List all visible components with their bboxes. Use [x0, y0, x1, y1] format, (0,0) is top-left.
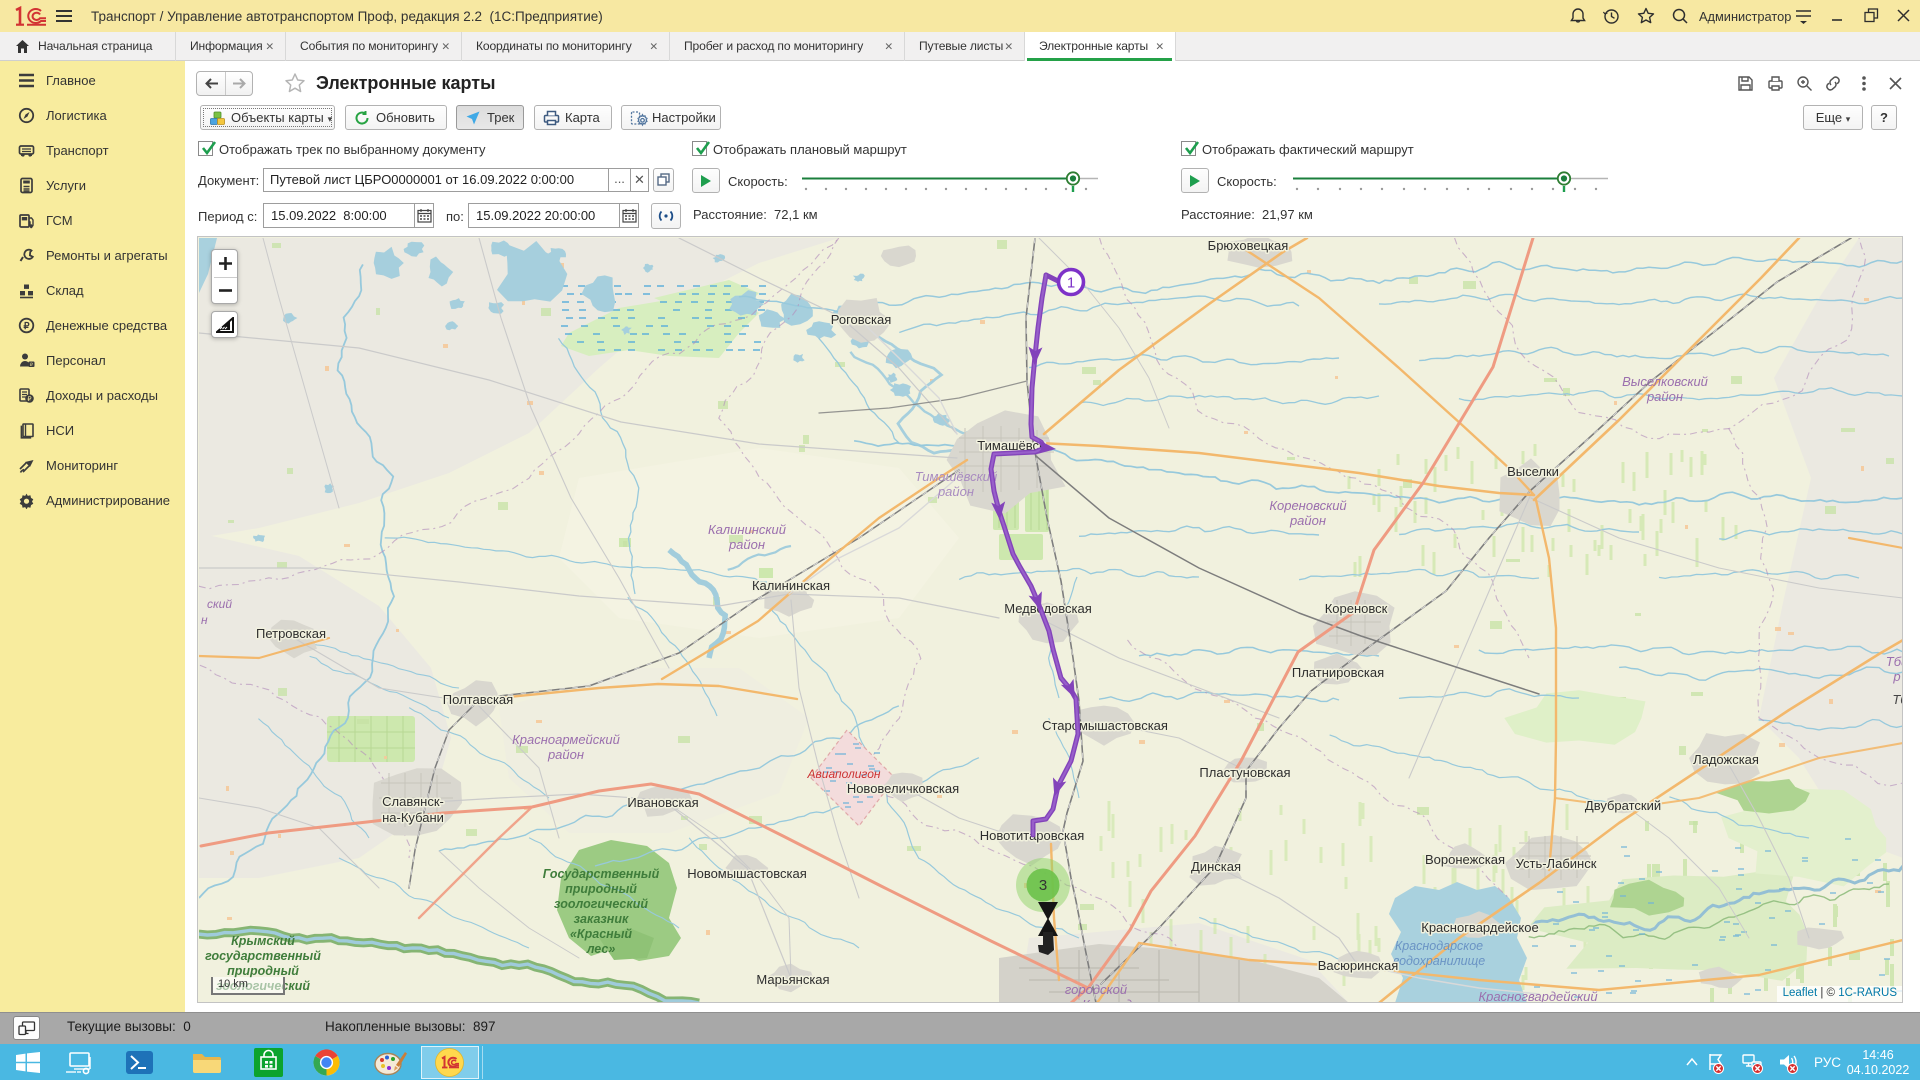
svg-text:1: 1	[1067, 275, 1075, 292]
svg-text:Нововеличковская: Нововеличковская	[847, 781, 959, 796]
svg-text:Старомышастовская: Старомышастовская	[1042, 718, 1168, 733]
svg-text:Кореновск: Кореновск	[1325, 601, 1388, 616]
svg-text:Усть-Лабинск: Усть-Лабинск	[1516, 856, 1597, 871]
svg-text:Марьянская: Марьянская	[756, 972, 829, 987]
svg-text:ский: ский	[207, 597, 232, 611]
svg-text:Тб: Тб	[1892, 692, 1903, 707]
svg-text:Калининская: Калининская	[752, 578, 830, 593]
svg-text:Ивановская: Ивановская	[627, 795, 698, 810]
svg-text:Выселки: Выселки	[1507, 464, 1559, 479]
svg-text:Красногвардейское: Красногвардейское	[1421, 920, 1538, 935]
svg-text:Платнировская: Платнировская	[1292, 665, 1384, 680]
svg-text:Ладожская: Ладожская	[1693, 752, 1759, 767]
svg-text:Авиаполигон: Авиаполигон	[807, 767, 881, 781]
svg-text:н: н	[201, 613, 208, 627]
svg-text:₽: ₽	[23, 321, 30, 332]
svg-text:Красногвардейский: Красногвардейский	[1478, 989, 1597, 1003]
svg-text:Полтавская: Полтавская	[443, 692, 513, 707]
svg-text:Двубратский: Двубратский	[1585, 798, 1661, 813]
svg-text:Динская: Динская	[1191, 859, 1241, 874]
svg-text:Роговская: Роговская	[831, 312, 892, 327]
svg-text:3: 3	[1039, 877, 1047, 894]
svg-text:Петровская: Петровская	[256, 626, 326, 641]
svg-text:Славянск-на-Кубани: Славянск-на-Кубани	[382, 794, 444, 825]
svg-text:Брюховецкая: Брюховецкая	[1208, 238, 1289, 253]
svg-text:Пластуновская: Пластуновская	[1199, 765, 1290, 780]
svg-text:Краснодарскоеводохранилище: Краснодарскоеводохранилище	[1393, 939, 1485, 968]
svg-text:Медведовская: Медведовская	[1004, 601, 1092, 616]
svg-text:Васюринская: Васюринская	[1318, 958, 1399, 973]
svg-text:Новомышастовская: Новомышастовская	[687, 866, 807, 881]
svg-text:Воронежская: Воронежская	[1425, 852, 1505, 867]
